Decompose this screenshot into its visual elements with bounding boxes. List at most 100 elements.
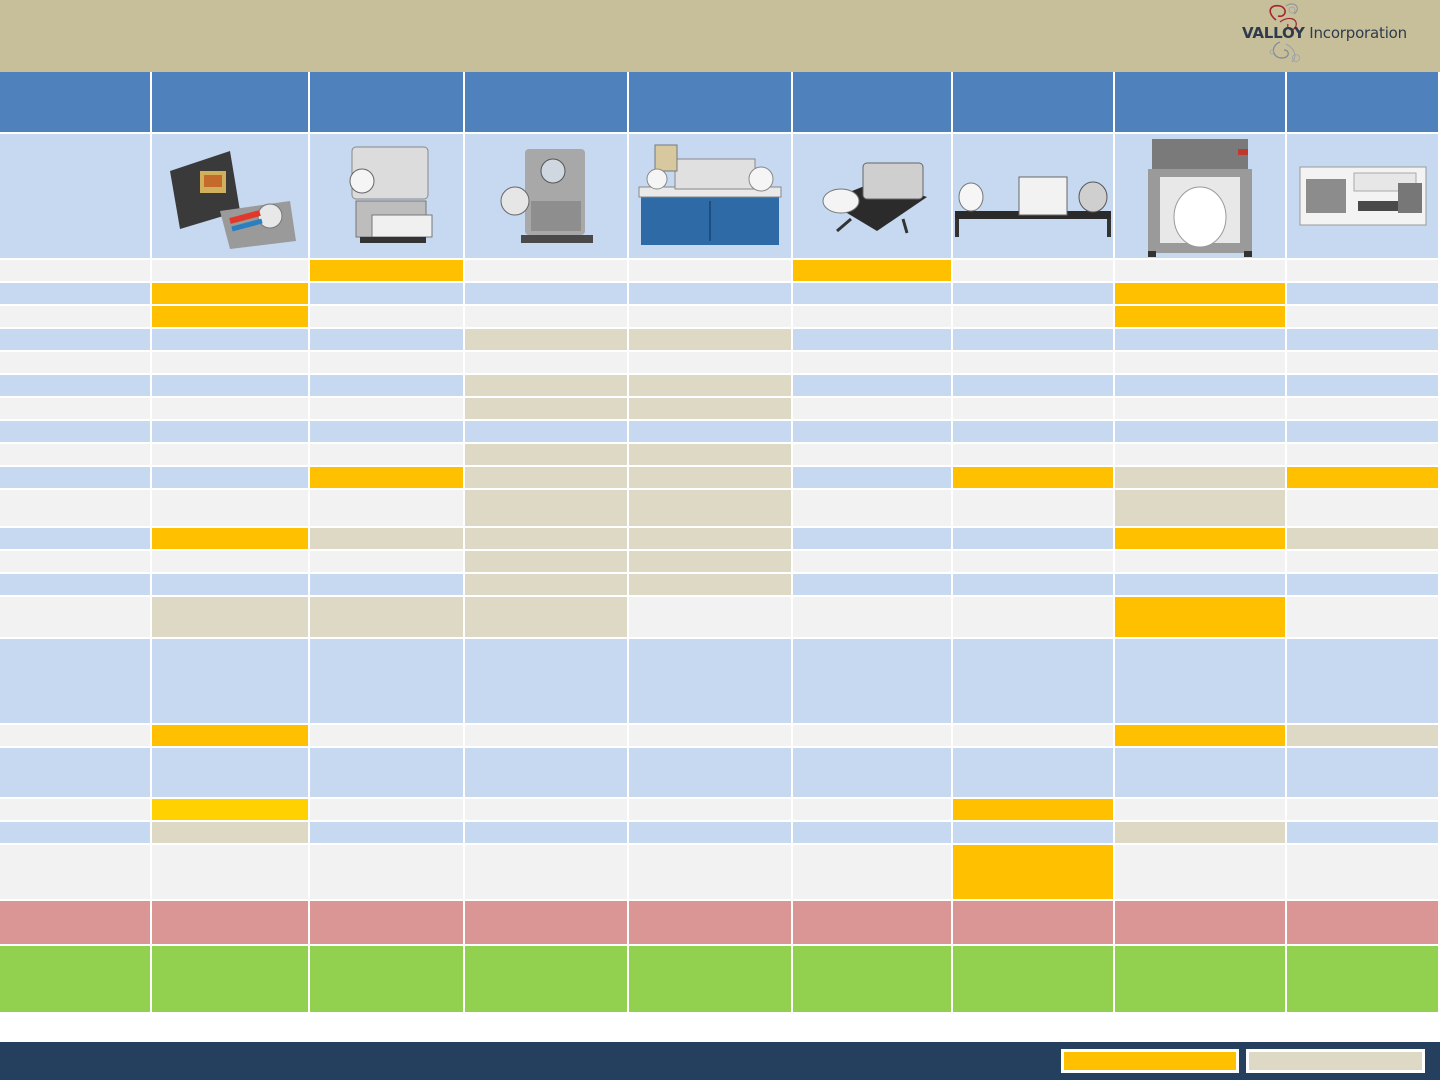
spec-cell	[152, 444, 308, 465]
price-cell	[953, 901, 1113, 944]
spec-cell	[953, 725, 1113, 746]
spec-row-label	[0, 283, 150, 304]
spec-row-label	[0, 444, 150, 465]
spec-cell	[152, 260, 308, 281]
summary-cell	[1287, 946, 1438, 1012]
spec-cell	[1115, 748, 1285, 797]
spec-cell	[953, 822, 1113, 843]
spec-row-label	[0, 799, 150, 820]
spec-cell	[953, 329, 1113, 350]
spec-cell	[793, 444, 951, 465]
summary-cell	[310, 946, 463, 1012]
spec-cell	[310, 352, 463, 373]
spec-cell-secondary	[629, 574, 791, 595]
spec-cell	[310, 551, 463, 572]
product-image-cell-p5	[793, 134, 951, 258]
spec-cell	[793, 748, 951, 797]
spec-cell-best	[1115, 597, 1285, 637]
product-image-cell-p4	[629, 134, 791, 258]
spec-cell-secondary	[629, 551, 791, 572]
spec-cell	[793, 639, 951, 723]
spec-cell	[1115, 398, 1285, 419]
spec-row-label	[0, 260, 150, 281]
roll-fed-inkjet-label-printer-icon	[491, 141, 601, 251]
spec-cell	[310, 444, 463, 465]
spec-cell-best	[152, 306, 308, 327]
column-header-p5	[793, 72, 951, 132]
summary-cell	[953, 946, 1113, 1012]
spec-cell	[793, 398, 951, 419]
spec-cell	[1287, 375, 1438, 396]
spec-row-label	[0, 421, 150, 442]
spec-cell	[1115, 574, 1285, 595]
legend-swatch-best	[1061, 1049, 1239, 1073]
spec-row-label	[0, 398, 150, 419]
spec-cell	[953, 421, 1113, 442]
spec-cell	[793, 725, 951, 746]
spec-cell	[1287, 444, 1438, 465]
spec-cell	[629, 260, 791, 281]
spec-cell	[629, 748, 791, 797]
spec-cell-secondary	[465, 329, 627, 350]
price-cell	[629, 901, 791, 944]
spec-row-label	[0, 352, 150, 373]
spec-cell	[793, 574, 951, 595]
spec-cell-best	[953, 845, 1113, 899]
axxis-hs-label-printer-icon	[1298, 161, 1428, 231]
spec-cell	[465, 639, 627, 723]
spec-cell-best	[310, 260, 463, 281]
summary-cell	[465, 946, 627, 1012]
spec-cell	[152, 467, 308, 488]
spec-cell-secondary	[310, 528, 463, 549]
spec-cell	[629, 725, 791, 746]
spec-cell	[1287, 799, 1438, 820]
spec-cell	[629, 799, 791, 820]
spec-cell	[310, 490, 463, 526]
spec-cell	[152, 551, 308, 572]
spec-cell-best	[310, 467, 463, 488]
spec-cell	[152, 639, 308, 723]
spec-cell-secondary	[1287, 725, 1438, 746]
spec-cell	[793, 467, 951, 488]
spec-cell	[310, 845, 463, 899]
column-header-p6	[953, 72, 1113, 132]
spec-cell-secondary	[465, 467, 627, 488]
spec-row-label	[0, 375, 150, 396]
product-image-cell-p6	[953, 134, 1113, 258]
spec-cell	[152, 398, 308, 419]
spec-cell	[953, 306, 1113, 327]
spec-cell	[953, 444, 1113, 465]
price-cell	[465, 901, 627, 944]
spec-cell	[310, 306, 463, 327]
spec-row-label	[0, 822, 150, 843]
summary-row-label	[0, 946, 150, 1012]
spec-cell	[310, 283, 463, 304]
spec-cell	[629, 639, 791, 723]
spec-cell	[793, 306, 951, 327]
spec-cell	[152, 748, 308, 797]
spec-cell	[793, 329, 951, 350]
spec-cell	[1287, 352, 1438, 373]
spec-cell-best	[953, 799, 1113, 820]
spec-cell	[1115, 421, 1285, 442]
legend-swatch-secondary	[1246, 1049, 1425, 1073]
spec-cell	[629, 283, 791, 304]
spec-cell-secondary	[465, 551, 627, 572]
spec-cell	[152, 845, 308, 899]
spec-cell	[629, 352, 791, 373]
spec-cell-best	[1115, 725, 1285, 746]
spec-cell	[310, 725, 463, 746]
spec-cell-best	[1287, 467, 1438, 488]
spec-cell	[629, 306, 791, 327]
spec-cell	[953, 283, 1113, 304]
spec-cell	[953, 551, 1113, 572]
spec-cell	[1115, 329, 1285, 350]
spec-cell	[310, 329, 463, 350]
column-header-p1	[152, 72, 308, 132]
company-logo: VALLOY Incorporation	[1236, 2, 1426, 66]
spec-cell	[953, 574, 1113, 595]
spec-cell-secondary	[465, 528, 627, 549]
spec-cell	[465, 822, 627, 843]
spec-cell	[310, 574, 463, 595]
spec-cell	[465, 306, 627, 327]
